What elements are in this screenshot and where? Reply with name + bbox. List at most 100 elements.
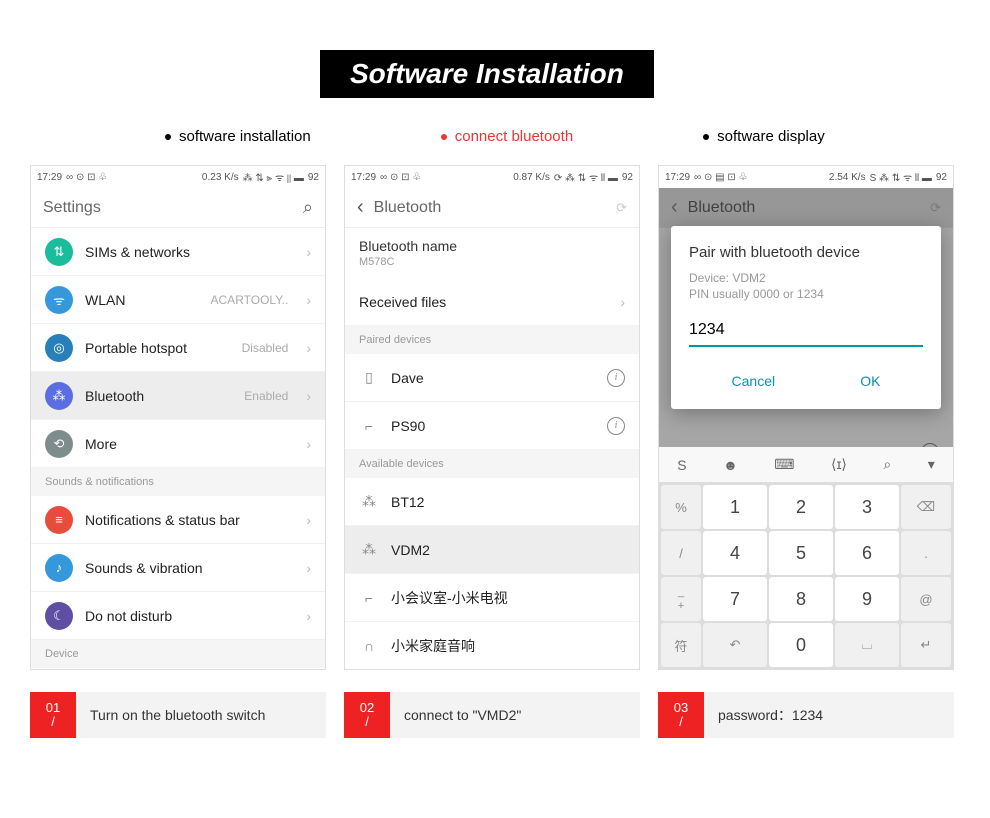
key-underscore[interactable]: _+ <box>661 577 701 621</box>
kb-keyboard-icon[interactable]: ⌨ <box>774 456 794 473</box>
key-3[interactable]: 3 <box>835 485 899 529</box>
chevron-right-icon: › <box>306 560 311 576</box>
key-dot[interactable]: . <box>901 531 951 575</box>
device-dave[interactable]: ▯ Dave i <box>345 354 639 402</box>
footer-steps: 01/ Turn on the bluetooth switch 02/ con… <box>0 670 990 768</box>
row-sims[interactable]: ⇅ SIMs & networks › <box>31 228 325 276</box>
tab-bluetooth[interactable]: connect bluetooth <box>441 128 573 145</box>
dialog-device: Device: VDM2 <box>689 271 923 285</box>
key-space[interactable]: ⌴ <box>835 623 899 667</box>
device-ps90[interactable]: ⌐ PS90 i <box>345 402 639 450</box>
more-icon: ⟲ <box>45 430 73 458</box>
key-percent[interactable]: % <box>661 485 701 529</box>
hotspot-icon: ◎ <box>45 334 73 362</box>
step-2: 02/ connect to "VMD2" <box>344 692 640 738</box>
info-icon[interactable]: i <box>607 417 625 435</box>
sound-icon: ♪ <box>45 554 73 582</box>
key-7[interactable]: 7 <box>703 577 767 621</box>
section-available: Available devices <box>345 450 639 478</box>
page-title: Software Installation <box>320 50 654 98</box>
row-received-files[interactable]: Received files › <box>345 278 639 326</box>
chevron-right-icon: › <box>306 512 311 528</box>
bluetooth-icon: ⁂ <box>359 493 379 510</box>
phone-bluetooth: 17:29∞ ⊙ ⊡ ♧ 0.87 K/s⟳ ⁂ ⇅ ᯤ ⫴ ▬92 ‹ Blu… <box>344 165 640 670</box>
dialog-title: Pair with bluetooth device <box>689 244 923 261</box>
bluetooth-header: ‹ Bluetooth ⟳ <box>345 188 639 228</box>
header-title: Bluetooth <box>374 199 606 217</box>
phone-pair-dialog: 17:29∞ ⊙ ▤ ⊡ ♧ 2.54 K/sS ⁂ ⇅ ᯤ ⫴ ▬92 ‹ B… <box>658 165 954 670</box>
phone-icon: ▯ <box>359 369 379 386</box>
headphone-icon: ∩ <box>359 638 379 654</box>
status-bar: 17:29∞ ⊙ ▤ ⊡ ♧ 2.54 K/sS ⁂ ⇅ ᯤ ⫴ ▬92 <box>659 166 953 188</box>
pin-input[interactable] <box>689 315 923 347</box>
wifi-icon: ᯤ <box>45 286 73 314</box>
section-paired: Paired devices <box>345 326 639 354</box>
status-bar: 17:29∞ ⊙ ⊡ ♧ 0.23 K/s⁂ ⇅ ⫸ ᯤ ⫴ ▬92 <box>31 166 325 188</box>
kb-search-icon[interactable]: ⌕ <box>883 456 891 473</box>
row-hotspot[interactable]: ◎ Portable hotspot Disabled › <box>31 324 325 372</box>
device-bt12[interactable]: ⁂ BT12 <box>345 478 639 526</box>
key-slash[interactable]: / <box>661 531 701 575</box>
key-2[interactable]: 2 <box>769 485 833 529</box>
back-icon[interactable]: ‹ <box>357 196 364 219</box>
row-sounds[interactable]: ♪ Sounds & vibration › <box>31 544 325 592</box>
device-meeting[interactable]: ⌐ 小会议室-小米电视 <box>345 574 639 622</box>
chevron-right-icon: › <box>306 292 311 308</box>
key-5[interactable]: 5 <box>769 531 833 575</box>
bluetooth-icon: ⁂ <box>359 541 379 558</box>
info-icon[interactable]: i <box>607 369 625 387</box>
keyboard: S ☻ ⌨ ⟨ɪ⟩ ⌕ ▾ % 1 2 3 ⌫ / 4 5 6 <box>659 447 953 669</box>
row-dnd[interactable]: ☾ Do not disturb › <box>31 592 325 640</box>
kb-logo-icon[interactable]: S <box>677 457 686 473</box>
key-symbol[interactable]: 符 <box>661 623 701 667</box>
dialog-hint: PIN usually 0000 or 1234 <box>689 287 923 301</box>
chevron-right-icon: › <box>306 244 311 260</box>
row-notifications[interactable]: ≡ Notifications & status bar › <box>31 496 325 544</box>
key-undo[interactable]: ↶ <box>703 623 767 667</box>
chevron-right-icon: › <box>306 340 311 356</box>
chevron-right-icon: › <box>306 608 311 624</box>
key-backspace[interactable]: ⌫ <box>901 485 951 529</box>
row-bluetooth[interactable]: ⁂ Bluetooth Enabled › <box>31 372 325 420</box>
tab-display[interactable]: software display <box>703 128 825 145</box>
search-icon[interactable]: ⌕ <box>303 197 313 218</box>
section-sounds: Sounds & notifications <box>31 468 325 496</box>
ok-button[interactable]: OK <box>840 365 900 397</box>
kb-dropdown-icon[interactable]: ▾ <box>928 456 935 473</box>
settings-header: Settings ⌕ <box>31 188 325 228</box>
kb-emoji-icon[interactable]: ☻ <box>723 457 738 473</box>
step-3: 03/ password：1234 <box>658 692 954 738</box>
chevron-right-icon: › <box>620 294 625 310</box>
tab-install[interactable]: software installation <box>165 128 311 145</box>
chevron-right-icon: › <box>306 436 311 452</box>
key-enter[interactable]: ↵ <box>901 623 951 667</box>
tabs-row: software installation connect bluetooth … <box>165 128 990 145</box>
key-9[interactable]: 9 <box>835 577 899 621</box>
chevron-right-icon: › <box>306 388 311 404</box>
row-personalization[interactable]: ◧ Personalization › <box>31 668 325 670</box>
device-home-audio[interactable]: ∩ 小米家庭音响 <box>345 622 639 670</box>
key-4[interactable]: 4 <box>703 531 767 575</box>
key-at[interactable]: @ <box>901 577 951 621</box>
key-1[interactable]: 1 <box>703 485 767 529</box>
key-0[interactable]: 0 <box>769 623 833 667</box>
key-8[interactable]: 8 <box>769 577 833 621</box>
key-6[interactable]: 6 <box>835 531 899 575</box>
bluetooth-name-row[interactable]: Bluetooth name <box>345 228 639 254</box>
sim-icon: ⇅ <box>45 238 73 266</box>
step-1: 01/ Turn on the bluetooth switch <box>30 692 326 738</box>
bluetooth-icon: ⁂ <box>45 382 73 410</box>
kb-voice-icon[interactable]: ⟨ɪ⟩ <box>831 456 847 473</box>
header-title: Settings <box>43 199 293 217</box>
phone-settings: 17:29∞ ⊙ ⊡ ♧ 0.23 K/s⁂ ⇅ ⫸ ᯤ ⫴ ▬92 Setti… <box>30 165 326 670</box>
dnd-icon: ☾ <box>45 602 73 630</box>
section-device: Device <box>31 640 325 668</box>
laptop-icon: ⌐ <box>359 418 379 434</box>
row-wlan[interactable]: ᯤ WLAN ACARTOOLY.. › <box>31 276 325 324</box>
notif-icon: ≡ <box>45 506 73 534</box>
device-vdm2[interactable]: ⁂ VDM2 <box>345 526 639 574</box>
status-bar: 17:29∞ ⊙ ⊡ ♧ 0.87 K/s⟳ ⁂ ⇅ ᯤ ⫴ ▬92 <box>345 166 639 188</box>
row-more[interactable]: ⟲ More › <box>31 420 325 468</box>
cancel-button[interactable]: Cancel <box>712 365 796 397</box>
refresh-icon[interactable]: ⟳ <box>616 200 627 216</box>
